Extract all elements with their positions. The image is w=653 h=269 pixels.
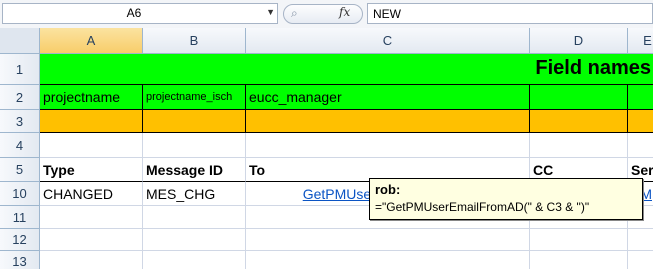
comment-text: ="GetPMUserEmailFromAD(" & C3 & ")" [375, 200, 590, 214]
formula-value: NEW [373, 7, 401, 21]
magnifier-icon[interactable]: ⌕ [291, 6, 298, 21]
name-box[interactable]: A6 ▼ [2, 3, 278, 24]
name-box-value: A6 [126, 6, 142, 20]
spreadsheet-grid: A B C D E 1 2 3 4 5 10 11 12 13 Field na… [0, 28, 653, 269]
formula-bar: A6 ▼ ⌕ fx NEW [0, 0, 653, 29]
formula-tools: ⌕ fx [283, 4, 363, 24]
formula-input[interactable]: NEW [367, 3, 653, 24]
chevron-down-icon[interactable]: ▼ [266, 7, 275, 17]
comment-author: rob: [375, 182, 401, 197]
insert-function-icon[interactable]: fx [339, 5, 350, 19]
cell-comment[interactable]: rob: ="GetPMUserEmailFromAD(" & C3 & ")" [369, 178, 643, 220]
comment-arrow [521, 182, 641, 207]
